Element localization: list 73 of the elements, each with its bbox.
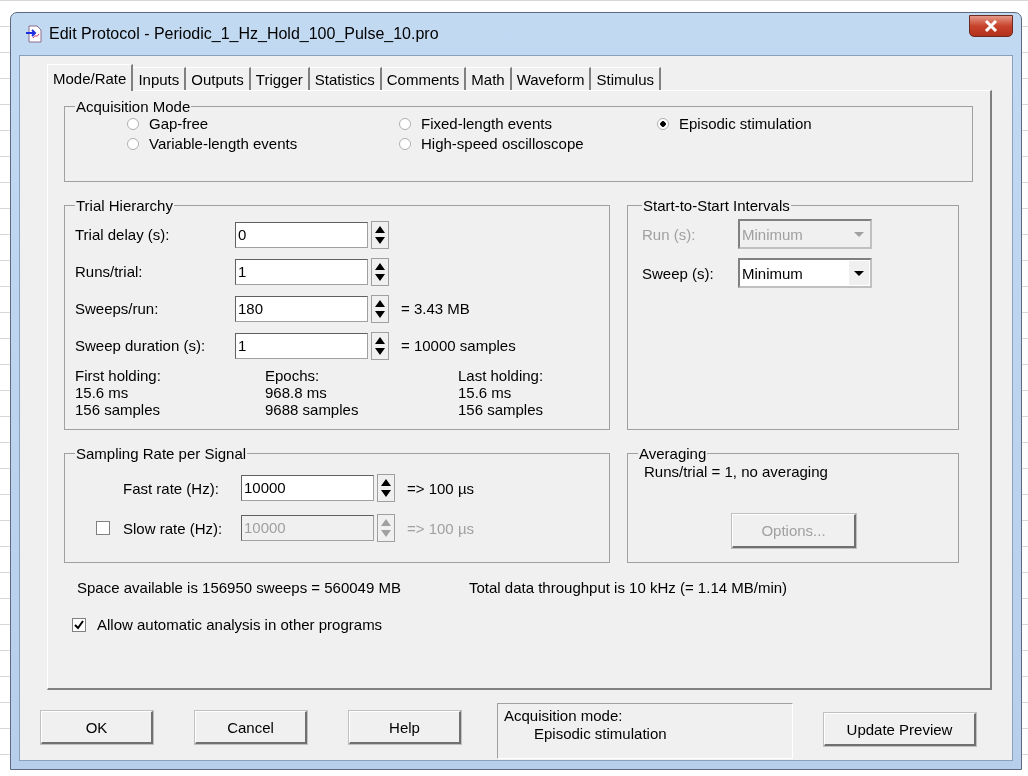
radio-label: Variable-length events xyxy=(149,135,298,152)
tab[interactable]: Mode/Rate xyxy=(47,64,134,91)
status-label: Acquisition mode: xyxy=(504,707,624,725)
group-title: Sampling Rate per Signal xyxy=(75,445,248,462)
radio-button[interactable] xyxy=(657,117,669,130)
tab[interactable]: Inputs xyxy=(133,67,187,90)
field-label: Sweep duration (s): xyxy=(75,337,207,354)
field-note: => 100 µs xyxy=(407,479,475,497)
checkbox[interactable] xyxy=(72,617,86,632)
radio-button[interactable] xyxy=(399,137,411,150)
tab[interactable]: Math xyxy=(466,67,512,90)
radio-button[interactable] xyxy=(127,117,139,130)
field-note: = 3.43 MB xyxy=(401,300,470,317)
spin-button[interactable] xyxy=(371,331,389,360)
radio-label: Episodic stimulation xyxy=(679,115,812,132)
stat-value: 156 samples xyxy=(75,401,162,418)
dropdown[interactable]: Minimum xyxy=(738,258,872,288)
group-title: Start-to-Start Intervals xyxy=(642,197,791,214)
caret-icon xyxy=(854,231,864,237)
field-label: Fast rate (Hz): xyxy=(123,479,220,497)
status-value: Episodic stimulation xyxy=(533,725,668,743)
input-field[interactable]: 1 xyxy=(235,332,368,359)
group-title: Acquisition Mode xyxy=(75,98,192,115)
stat-title: Epochs: xyxy=(265,367,321,384)
checkbox-label: Allow automatic analysis in other programs xyxy=(97,616,383,633)
window-title: Edit Protocol - Periodic_1_Hz_Hold_100_Pulse_10.pro xyxy=(49,25,440,43)
tab[interactable]: Stimulus xyxy=(591,67,661,90)
throughput-text: Total data throughput is 10 kHz (= 1.14 MB/min) xyxy=(469,579,788,596)
stat-value: 15.6 ms xyxy=(458,384,513,401)
tab[interactable]: Outputs xyxy=(186,67,251,90)
spin-button[interactable] xyxy=(371,294,389,323)
dialog-button[interactable]: Cancel xyxy=(195,711,307,744)
input-field[interactable]: 180 xyxy=(235,295,368,322)
spin-button[interactable] xyxy=(371,220,389,249)
field-label: Trial delay (s): xyxy=(75,226,171,243)
field-note: = 10000 samples xyxy=(401,337,516,354)
field-label: Runs/trial: xyxy=(75,263,144,280)
update-preview-button[interactable]: Update Preview xyxy=(824,713,976,746)
stat-title: Last holding: xyxy=(458,367,545,384)
field-label: Sweeps/run: xyxy=(75,300,160,317)
group-title: Trial Hierarchy xyxy=(75,197,174,214)
radio-label: High-speed oscilloscope xyxy=(421,135,584,152)
group-title: Averaging xyxy=(638,445,708,462)
stat-value: 9688 samples xyxy=(265,401,360,418)
stat-value: 156 samples xyxy=(458,401,545,418)
tab[interactable]: Trigger xyxy=(250,67,310,90)
input-field[interactable]: 0 xyxy=(235,221,368,248)
space-text: Space available is 156950 sweeps = 560049 MB xyxy=(77,579,401,596)
tab[interactable]: Statistics xyxy=(309,67,382,90)
tab[interactable]: Comments xyxy=(381,67,467,90)
spin-button[interactable] xyxy=(371,257,389,286)
field-label: Sweep (s): xyxy=(642,264,715,282)
stat-value: 15.6 ms xyxy=(75,384,130,401)
averaging-text: Runs/trial = 1, no averaging xyxy=(643,463,829,480)
field-label: Slow rate (Hz): xyxy=(123,519,224,537)
dialog-button[interactable]: OK xyxy=(41,711,153,744)
radio-button[interactable] xyxy=(399,117,411,130)
radio-label: Fixed-length events xyxy=(421,115,552,132)
tab[interactable]: Waveform xyxy=(511,67,592,90)
field-note: => 100 µs xyxy=(407,519,475,537)
radio-button[interactable] xyxy=(127,137,139,150)
radio-label: Gap-free xyxy=(149,115,209,132)
spin-button[interactable] xyxy=(377,474,395,502)
close-button[interactable] xyxy=(969,15,1013,37)
caret-icon xyxy=(854,270,864,276)
input-field[interactable]: 10000 xyxy=(241,475,374,501)
stat-title: First holding: xyxy=(75,367,162,384)
document-icon xyxy=(25,25,43,43)
close-icon xyxy=(984,20,998,32)
input-field[interactable]: 1 xyxy=(235,258,368,285)
stat-value: 968.8 ms xyxy=(265,384,328,401)
dialog-button[interactable]: Help xyxy=(349,711,461,744)
field-label: Run (s): xyxy=(642,225,697,243)
